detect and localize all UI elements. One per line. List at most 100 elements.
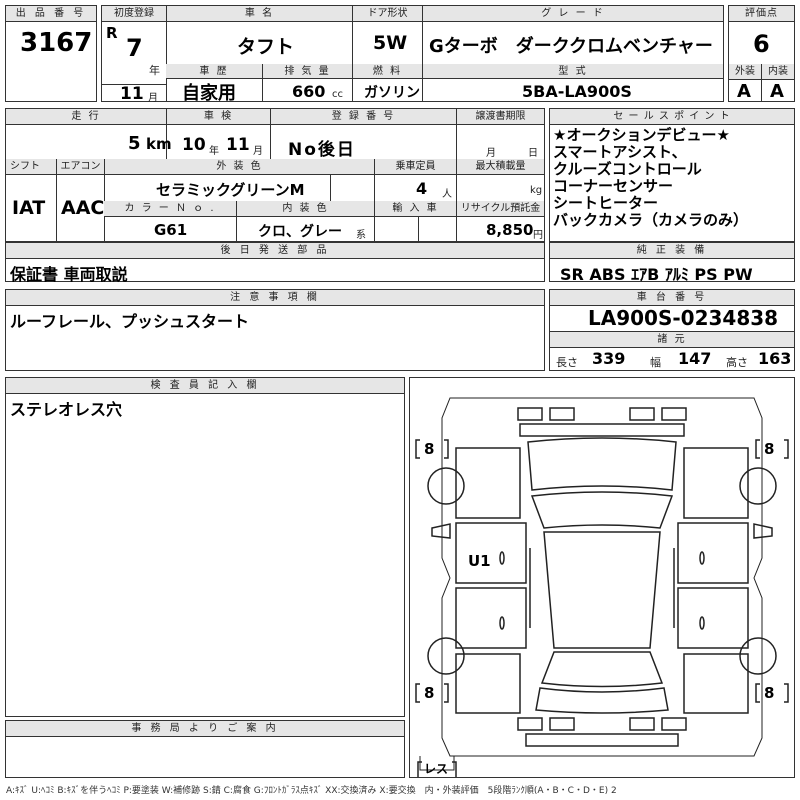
tire-rear-right: 8 (764, 684, 775, 702)
damage-mark-u1: U1 (468, 552, 491, 570)
mileage-label: 走 行 (6, 109, 166, 125)
door: 5W (373, 32, 408, 54)
inspector-box: 検 査 員 記 入 欄 ステレオレス穴 (5, 377, 405, 717)
width-label: 幅 (650, 356, 661, 369)
car-name: タフト (237, 36, 295, 58)
spare-tire: レス (424, 762, 449, 776)
ac: AAC (61, 197, 105, 219)
sales-point-line: コーナーセンサー (553, 177, 674, 195)
capacity-label: 乗車定員 (374, 159, 456, 175)
shift-label: シフト (6, 159, 56, 175)
load-unit: kg (530, 185, 543, 196)
width: 147 (678, 349, 712, 368)
fuel-label: 燃 料 (352, 64, 422, 79)
reg-number: No後日 (288, 140, 356, 160)
sales-point-line: ★オークションデビュー★ (553, 126, 730, 144)
equipment-box: 純 正 装 備 SR ABS ｴｱB ｱﾙﾐ PS PW (549, 242, 795, 284)
interior-color-unit: 系 (356, 230, 366, 241)
import-label: 輸 入 車 (374, 201, 456, 217)
sales-point-line: スマートアシスト、 (553, 143, 687, 161)
score-box: 評価点 6 外装 内装 A A (728, 5, 795, 102)
insp-year: 10 (182, 135, 206, 155)
score-label: 評価点 (729, 6, 794, 22)
equipment-label: 純 正 装 備 (550, 243, 794, 259)
tire-front-left: 8 (424, 440, 435, 458)
reg-label: 登 録 番 号 (270, 109, 456, 125)
grade-label: グ レ ー ド (422, 6, 723, 22)
model-label: 型 式 (422, 64, 723, 79)
score: 6 (753, 30, 770, 58)
exterior-label: 外装 (729, 64, 761, 80)
recycle-unit: 円 (533, 230, 543, 241)
inspector-notes: ステレオレス穴 (10, 400, 123, 419)
later-parts-label: 後 日 発 送 部 品 (6, 243, 544, 259)
mileage: 5 (128, 133, 141, 154)
car-diagram-box: 8 8 8 8 レス U1 (409, 377, 795, 778)
capacity-unit: 人 (442, 189, 452, 200)
door-label: ドア形状 (352, 6, 422, 22)
interior-label: 内装 (761, 64, 794, 80)
displacement-label: 排 気 量 (262, 64, 352, 79)
office-label: 事 務 局 よ り ご 案 内 (6, 721, 404, 737)
exterior-grade: A (737, 81, 751, 102)
later-parts: 保証書 車両取説 (10, 265, 128, 284)
later-parts-box: 後 日 発 送 部 品 保証書 車両取説 (5, 242, 545, 284)
vehicle-header-box: 初度登録 車 名 ドア形状 グ レ ー ド R 7 年 11 月 タフト 5W … (101, 5, 724, 104)
ac-label: エアコン (56, 159, 104, 175)
history: 自家用 (182, 83, 236, 104)
notes-label: 注 意 事 項 欄 (6, 290, 544, 306)
equipment: SR ABS ｴｱB ｱﾙﾐ PS PW (560, 265, 753, 284)
fuel: ガソリン (364, 85, 420, 101)
first-reg-label: 初度登録 (102, 6, 166, 22)
load-label: 最大積載量 (456, 159, 544, 175)
color-no: G61 (154, 221, 188, 239)
height: 163 (758, 349, 792, 368)
inspection-label: 車 検 (166, 109, 270, 125)
history-label: 車 歴 (166, 64, 262, 79)
lot-number-box: 出 品 番 号 3167 (5, 5, 97, 102)
era: R (106, 24, 118, 42)
capacity: 4 (416, 179, 428, 198)
details-box: 走 行 車 検 登 録 番 号 譲渡書期限 5 km 10 年 11 月 No後… (5, 108, 545, 242)
notes-box: 注 意 事 項 欄 ルーフレール、プッシュスタート (5, 289, 545, 371)
color-no-label: カ ラ ー Ｎ ｏ . (104, 201, 236, 217)
sales-points-label: セ ー ル ス ポ イ ン ト (550, 109, 794, 125)
displacement: 660 (292, 82, 326, 101)
chassis-label: 車 台 番 号 (550, 290, 794, 306)
tire-rear-left: 8 (424, 684, 435, 702)
lot-number: 3167 (20, 28, 93, 58)
transfer-label: 譲渡書期限 (456, 109, 544, 125)
legend: A:ｷｽﾞ U:ﾍｺﾐ B:ｷｽﾞを伴うﾍｺﾐ P:要塗装 W:補修跡 S:錆 … (6, 786, 617, 796)
year: 7 (126, 34, 143, 62)
car-name-label: 車 名 (166, 6, 352, 22)
height-label: 高さ (726, 356, 748, 369)
displacement-unit: cc (332, 89, 343, 100)
sales-point-line: バックカメラ（カメラのみ） (553, 211, 749, 229)
lot-label: 出 品 番 号 (6, 6, 96, 22)
model: 5BA-LA900S (522, 82, 632, 101)
interior-color: クロ、グレー (258, 224, 342, 240)
month-unit: 月 (148, 93, 158, 104)
sales-point-line: シートヒーター (553, 194, 659, 212)
mileage-unit: km (146, 135, 172, 153)
recycle: 8,850 (486, 221, 534, 239)
chassis-box: 車 台 番 号 LA900S-0234838 諸 元 長さ 339 幅 147 … (549, 289, 795, 371)
exterior-color: セラミックグリーンM (156, 181, 305, 199)
notes: ルーフレール、プッシュスタート (10, 312, 250, 331)
month: 11 (120, 84, 144, 104)
length-label: 長さ (556, 356, 578, 369)
color-label: 外 装 色 (104, 159, 374, 175)
insp-month-unit: 月 (253, 146, 263, 157)
insp-month: 11 (226, 135, 250, 155)
grade: Gターボ ダーククロムベンチャー (429, 36, 713, 57)
transfer-month-unit: 月 (486, 148, 496, 159)
insp-year-unit: 年 (209, 146, 219, 157)
sales-point-line: クルーズコントロール (553, 160, 702, 178)
inspector-label: 検 査 員 記 入 欄 (6, 378, 404, 394)
tire-front-right: 8 (764, 440, 775, 458)
sales-points-box: セ ー ル ス ポ イ ン ト ★オークションデビュー★ スマートアシスト、 ク… (549, 108, 795, 242)
shift: IAT (12, 197, 46, 219)
interior-grade: A (770, 81, 784, 102)
recycle-label: リサイクル預託金 (456, 201, 544, 217)
transfer-day-unit: 日 (528, 148, 538, 159)
